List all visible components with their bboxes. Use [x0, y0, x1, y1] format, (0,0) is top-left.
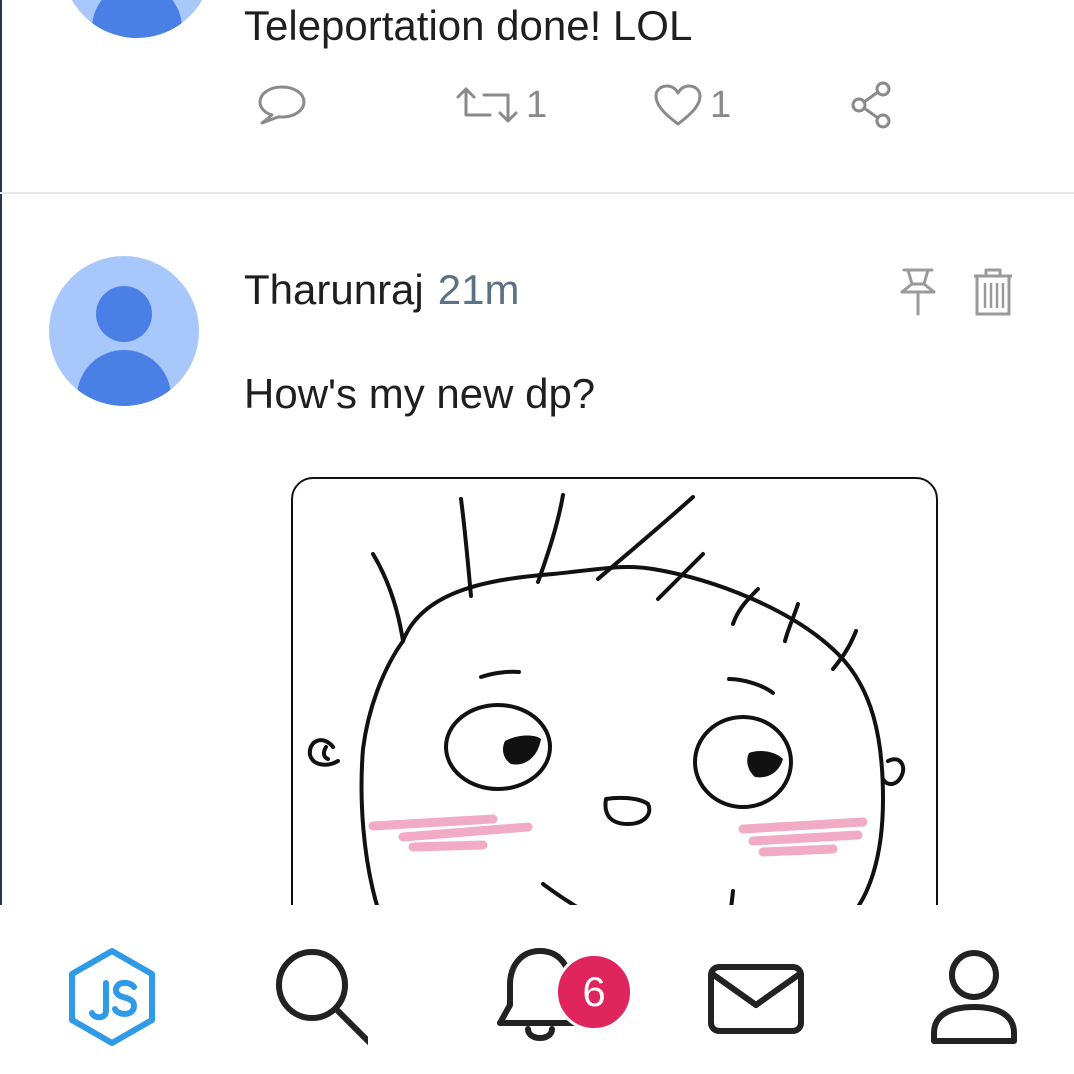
comment-icon [258, 85, 306, 125]
post-actions: 1 1 [0, 72, 1074, 138]
heart-icon [654, 84, 702, 126]
profile-icon[interactable] [926, 945, 1022, 1055]
post-text: Teleportation done! LOL [244, 2, 693, 49]
share-icon [851, 81, 891, 129]
retweet-button[interactable]: 1 [454, 72, 547, 138]
post-text: How's my new dp? [244, 370, 596, 417]
home-logo-icon[interactable] [64, 945, 160, 1055]
search-icon[interactable] [272, 945, 368, 1055]
like-count: 1 [710, 83, 732, 126]
share-button[interactable] [850, 72, 894, 138]
post-avatar[interactable] [62, 0, 212, 38]
reply-button[interactable] [256, 72, 308, 138]
retweet-icon [456, 87, 518, 123]
trash-icon[interactable] [970, 266, 1016, 318]
avatar-body [77, 350, 171, 406]
app-screen: Teleportation done! LOL 1 1 Tharunraj 21… [0, 0, 1074, 1074]
post-time: 21m [437, 266, 520, 313]
post-header: Tharunraj 21m [244, 266, 519, 314]
notification-badge[interactable]: 6 [555, 953, 633, 1031]
messages-icon[interactable] [708, 945, 804, 1055]
author-name[interactable]: Tharunraj [244, 266, 424, 314]
like-button[interactable]: 1 [652, 72, 731, 138]
avatar-body [92, 0, 182, 38]
cartoon-face-drawing [307, 493, 906, 921]
post-image[interactable] [291, 477, 938, 947]
retweet-count: 1 [526, 83, 548, 126]
bottom-nav [0, 905, 1074, 1074]
post-divider [0, 192, 1074, 194]
author-avatar[interactable] [49, 256, 199, 406]
pin-icon[interactable] [896, 266, 940, 318]
avatar-head [96, 286, 152, 342]
